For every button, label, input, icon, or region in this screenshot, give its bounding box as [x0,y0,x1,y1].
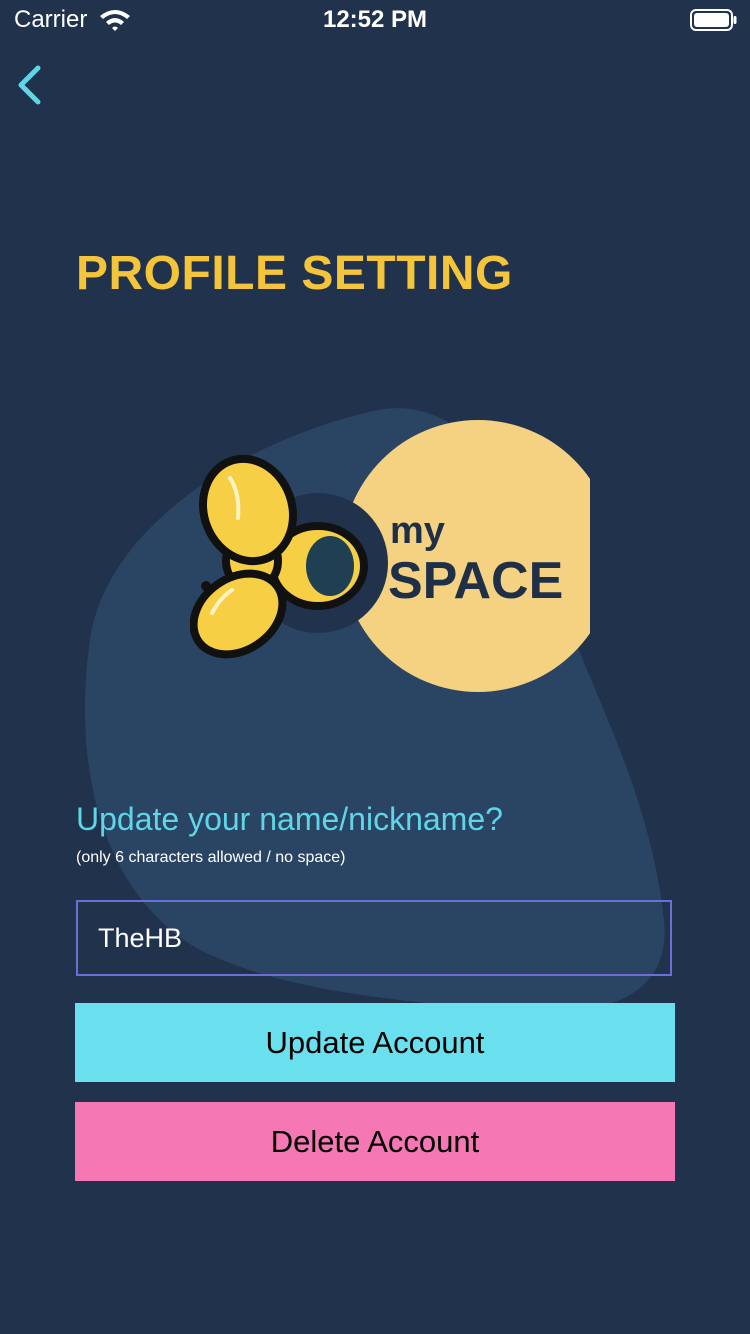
logo-text-my: my [390,510,445,552]
name-prompt-label: Update your name/nickname? [76,801,503,837]
name-hint-label: (only 6 characters allowed / no space) [76,849,346,866]
update-account-button[interactable]: Update Account [75,1003,675,1082]
myspace-logo: my SPACE [190,420,590,692]
nickname-input[interactable] [76,900,672,976]
delete-account-button[interactable]: Delete Account [75,1102,675,1181]
logo-text-space: SPACE [388,552,563,610]
